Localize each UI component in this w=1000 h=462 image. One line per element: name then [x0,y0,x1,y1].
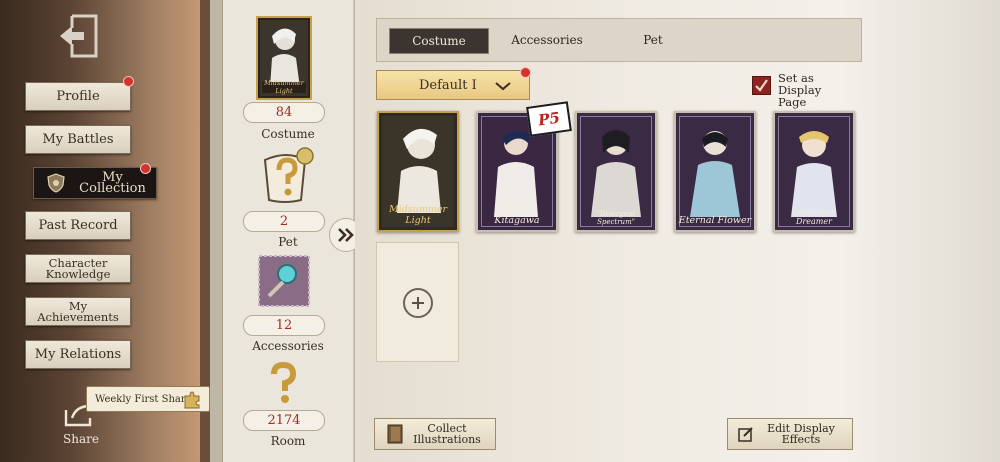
accessories-label: Accessories [252,339,324,353]
set-as-display-page-label: Set as Display Page [778,71,822,109]
nav-my-battles-button[interactable]: My Battles [25,125,131,154]
nav-my-relations-button[interactable]: My Relations [25,340,131,369]
persona5-crossover-badge: P5 [526,101,572,137]
room-label: Room [270,434,306,448]
nav-past-record-button[interactable]: Past Record [25,211,131,240]
add-costume-slot[interactable] [376,242,459,362]
preset-dropdown[interactable]: Default I [376,70,530,100]
nav-character-knowledge-button[interactable]: Character Knowledge [25,254,131,283]
chevron-down-icon [495,80,511,95]
book-icon [387,424,403,446]
accessory-thumbnail[interactable] [257,254,311,308]
costume-card[interactable]: Midsummer Light [377,111,459,232]
accessories-count: 12 [243,315,325,336]
pet-count: 2 [243,211,325,232]
costume-label: Costume [261,127,315,141]
weekly-first-share-tooltip[interactable]: Weekly First Share [86,386,210,412]
nav-my-collection-button[interactable]: My Collection [33,167,157,199]
plus-icon [403,288,433,318]
collection-notification-dot [140,163,151,174]
tab-accessories[interactable]: Accessories [499,28,595,52]
costume-thumbnail[interactable]: Midsummer Light [256,16,312,100]
costume-card[interactable]: Gentleman Dreamer [773,111,855,232]
double-chevron-right-icon [338,228,354,242]
costume-card[interactable]: Eternal Flower [674,111,756,232]
profile-notification-dot [123,76,134,87]
checkmark-icon [755,79,768,92]
costume-card[interactable]: "Divergent Spectrum" [575,111,657,232]
edit-pencil-icon [738,426,754,444]
preset-notification-dot [520,67,531,78]
puzzle-icon [183,391,201,412]
edit-display-effects-button[interactable]: Edit Display Effects [727,418,853,450]
display-page-checkbox[interactable] [752,76,771,95]
exit-icon[interactable] [58,14,98,58]
costume-count: 84 [243,102,325,123]
nav-my-achievements-button[interactable]: My Achievements [25,297,131,326]
pet-question-icon[interactable] [261,146,315,206]
tab-pet[interactable]: Pet [615,28,691,52]
collection-tab-bar: Costume Accessories Pet [376,18,862,62]
nav-profile-button[interactable]: Profile [25,82,131,111]
collection-badge-icon [47,173,65,193]
share-label: Share [63,432,99,446]
collect-illustrations-button[interactable]: Collect Illustrations [374,418,496,450]
tab-costume[interactable]: Costume [389,28,489,54]
room-question-icon[interactable] [266,361,300,404]
room-count: 2174 [243,410,325,431]
